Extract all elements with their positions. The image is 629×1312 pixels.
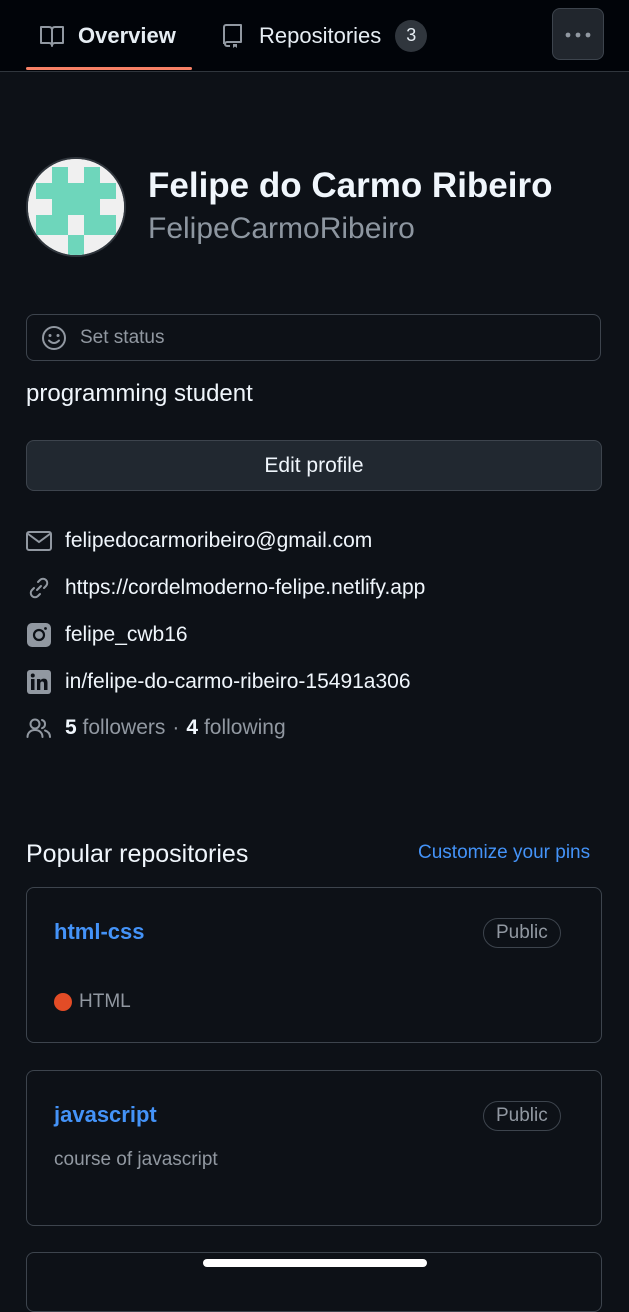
instagram-row[interactable]: felipe_cwb16: [26, 620, 188, 650]
tab-repositories[interactable]: Repositories 3: [219, 0, 428, 71]
profile-tab-bar: Overview Repositories 3: [0, 0, 629, 72]
website-row[interactable]: https://cordelmoderno-felipe.netlify.app: [26, 573, 425, 603]
mail-icon: [26, 528, 52, 554]
profile-login: FelipeCarmoRibeiro: [148, 212, 415, 245]
smiley-icon: [40, 324, 68, 352]
more-options-button[interactable]: [552, 8, 604, 60]
edit-profile-button[interactable]: Edit profile: [26, 440, 602, 491]
selected-tab-underline: [26, 67, 192, 70]
linkedin-row[interactable]: in/felipe-do-carmo-ribeiro-15491a306: [26, 667, 411, 697]
following-link[interactable]: 4 following: [186, 716, 285, 740]
followers-count: 5: [65, 716, 77, 739]
people-icon: [26, 715, 52, 741]
tab-overview-label: Overview: [78, 22, 176, 48]
followers-link[interactable]: 5 followers: [65, 716, 165, 740]
tab-repositories-label: Repositories: [259, 22, 382, 48]
linkedin-icon: [26, 669, 52, 695]
set-status-button[interactable]: Set status: [26, 314, 601, 361]
follow-separator: ·: [172, 716, 180, 739]
language-name: HTML: [79, 991, 131, 1012]
followers-row: 5 followers · 4 following: [26, 713, 286, 743]
repo-name-link[interactable]: javascript: [54, 1102, 157, 1128]
repo-name-link[interactable]: html-css: [54, 919, 144, 945]
following-count: 4: [186, 716, 199, 739]
repo-description: course of javascript: [54, 1149, 218, 1170]
link-icon: [26, 575, 52, 601]
repo-card-html-css[interactable]: html-css Public HTML: [26, 887, 602, 1043]
repo-card-javascript[interactable]: javascript Public course of javascript: [26, 1070, 602, 1226]
profile-name: Felipe do Carmo Ribeiro: [148, 166, 553, 205]
email-row[interactable]: felipedocarmoribeiro@gmail.com: [26, 526, 372, 556]
set-status-label: Set status: [80, 326, 165, 348]
following-label: following: [203, 716, 286, 739]
repo-icon: [219, 22, 247, 50]
linkedin-link[interactable]: in/felipe-do-carmo-ribeiro-15491a306: [65, 670, 411, 694]
instagram-icon: [26, 622, 52, 648]
language-color-dot: [54, 993, 72, 1011]
kebab-horizontal-icon: [565, 25, 591, 43]
website-link[interactable]: https://cordelmoderno-felipe.netlify.app: [65, 576, 425, 600]
followers-label: followers: [82, 716, 166, 739]
avatar[interactable]: [26, 157, 126, 257]
profile-bio: programming student: [26, 380, 253, 407]
identicon-avatar: [28, 159, 124, 255]
customize-pins-link[interactable]: Customize your pins: [418, 842, 590, 864]
visibility-badge: Public: [483, 918, 561, 948]
email-link[interactable]: felipedocarmoribeiro@gmail.com: [65, 529, 372, 553]
repositories-count-badge: 3: [395, 19, 428, 52]
repo-language: HTML: [54, 991, 131, 1013]
home-indicator[interactable]: [203, 1259, 427, 1267]
instagram-link[interactable]: felipe_cwb16: [65, 623, 188, 647]
book-icon: [38, 22, 66, 50]
tab-overview[interactable]: Overview: [38, 0, 176, 71]
popular-repositories-heading: Popular repositories: [26, 840, 249, 868]
visibility-badge: Public: [483, 1101, 561, 1131]
